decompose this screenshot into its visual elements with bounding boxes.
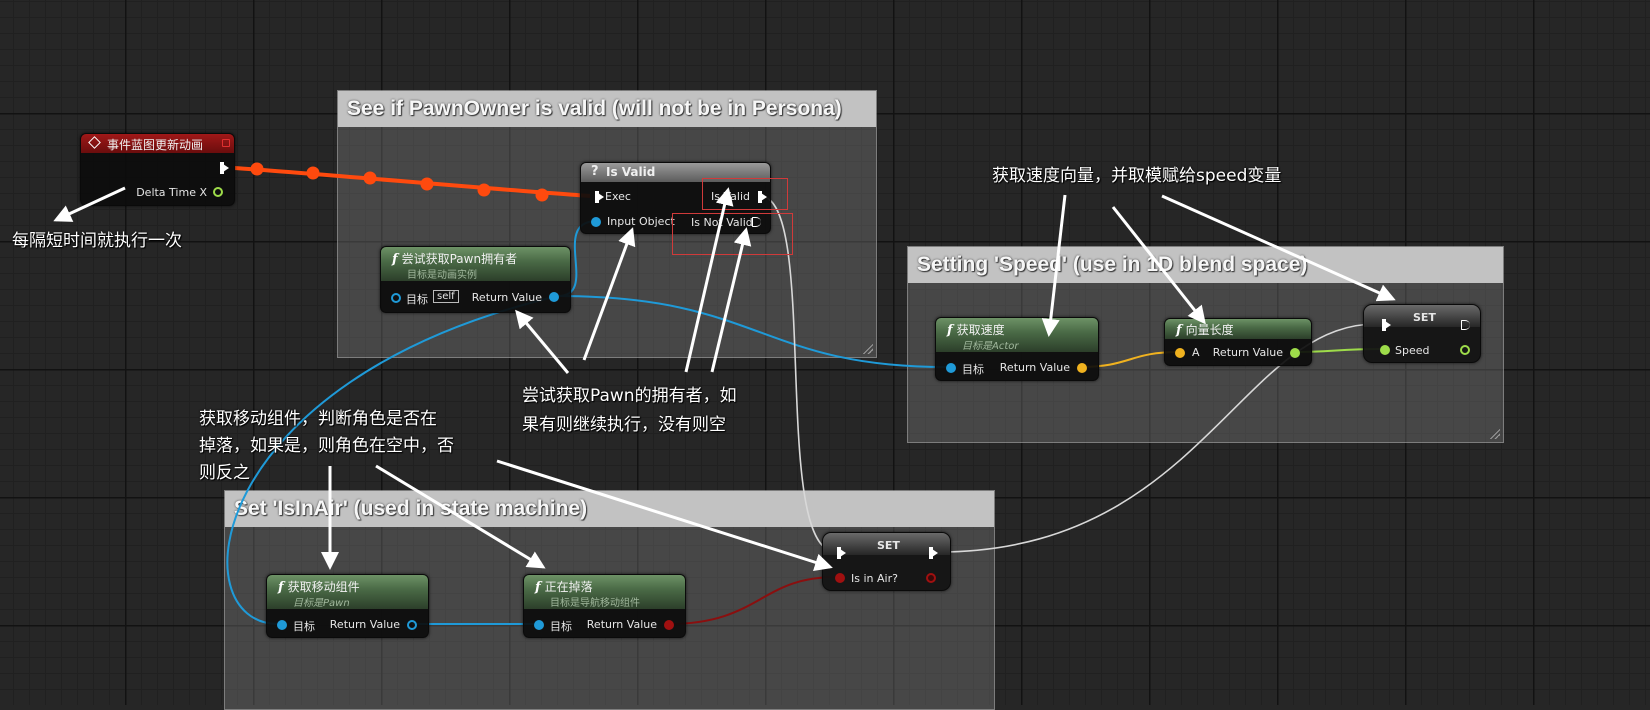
annotation-arrows-layer (53, 186, 1396, 572)
arrow-to-set-speed (1161, 194, 1396, 302)
arrow-to-get-velocity (1041, 194, 1067, 337)
arrow-to-input-object (582, 227, 636, 361)
arrow-to-is-valid (684, 187, 734, 373)
arrow-to-try-get-pawn (515, 309, 570, 374)
arrow-to-set-in-air (496, 459, 833, 572)
arrow-tick (53, 186, 126, 222)
arrow-to-vector-length (1111, 206, 1206, 325)
arrow-to-is-not-valid (710, 227, 752, 373)
arrow-to-is-falling (375, 464, 546, 569)
